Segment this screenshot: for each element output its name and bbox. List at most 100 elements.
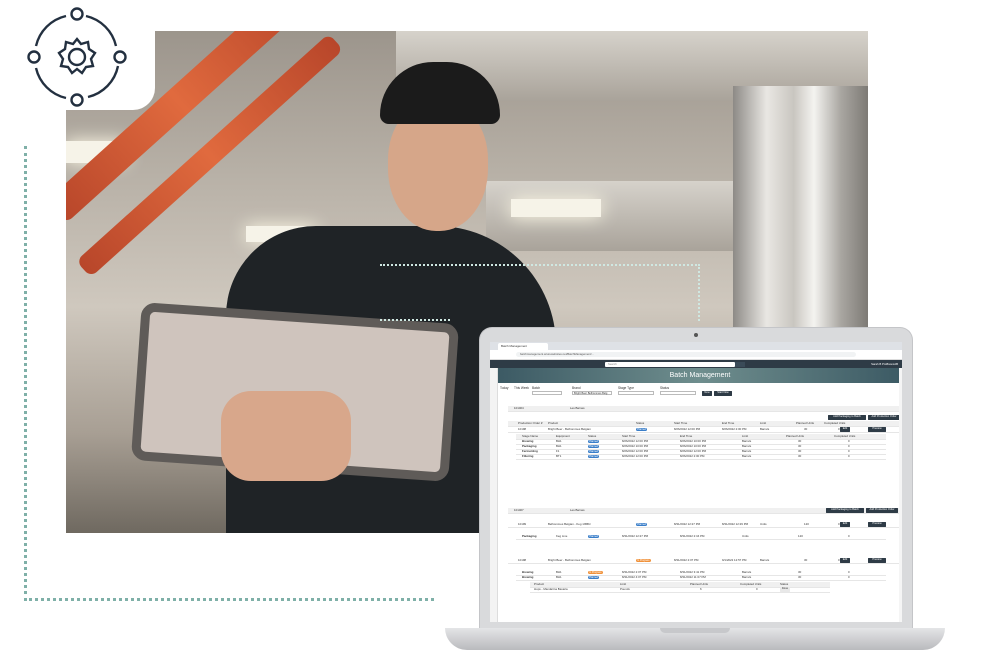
completed-units: 0 [848, 449, 850, 453]
page-title: Batch Management [498, 368, 902, 383]
stage-name: Brewing [522, 439, 534, 443]
col-header: Product [548, 421, 558, 425]
status-select[interactable] [660, 391, 696, 395]
laptop-notch [660, 628, 730, 633]
planned-units: 30 [798, 444, 802, 448]
col-header: Production Order # [518, 421, 543, 425]
stage-row[interactable]: Filtering BT1 Planned 8/26/2022 12:00 PM… [516, 454, 886, 460]
edit-button[interactable]: Edit [840, 427, 850, 432]
status-badge: Planned [588, 440, 600, 444]
add-packaging-button[interactable]: Add Packaging to Batch [826, 508, 864, 513]
completed-units: 0 [848, 439, 850, 443]
ingredient-product: Hops - Mandarina Bavaria [534, 587, 568, 591]
browser-tab[interactable]: Batch Management [498, 343, 548, 350]
order-number: 10198 [518, 558, 527, 562]
start-time: 8/26/2022 12:00 PM [622, 449, 649, 453]
side-nav[interactable] [490, 368, 498, 622]
batch-filter-label: Batch [532, 386, 541, 390]
stage-row[interactable]: Packaging Keg Line Planned 8/31/2022 12:… [516, 534, 886, 540]
batch-select[interactable] [532, 391, 562, 395]
equipment: BH1 [556, 575, 562, 579]
start-new-button[interactable]: Start New [714, 391, 732, 396]
batch-number: 101464 [514, 406, 524, 410]
add-production-order-button[interactable]: Add Production Order [868, 415, 900, 420]
start-time: 8/26/2022 12:00 PM [622, 454, 649, 458]
completed-units: 0 [848, 570, 850, 574]
planned-units: 30 [798, 449, 802, 453]
order-product: Bright Beer - Belhommes Belgian [548, 558, 591, 562]
equipment: BH1 [556, 439, 562, 443]
worker-hand [221, 391, 351, 481]
user-menu[interactable]: Sarah B ProBrewLAB [871, 362, 898, 366]
planned-units: 30 [804, 427, 808, 431]
add-packaging-button[interactable]: Add Packaging to Batch [828, 415, 866, 420]
limit: Barrels [742, 454, 752, 458]
limit: Barrels [760, 427, 770, 431]
planned-units: 120 [804, 522, 809, 526]
planned-units: 30 [804, 558, 808, 562]
planned-units: 6 [700, 587, 702, 591]
planned-units: 120 [798, 534, 803, 538]
edit-button[interactable]: Edit [840, 558, 850, 563]
dotted-accent [380, 264, 450, 321]
preview-button[interactable]: Preview [868, 522, 886, 527]
batch-row[interactable]: 101464 Les Barnes [508, 406, 900, 412]
completed-units: 0 [756, 587, 758, 591]
order-header-row: Production Order # Product Status Start … [508, 421, 900, 427]
brand-filter-label: Brand [572, 386, 581, 390]
equipment: F1 [556, 449, 560, 453]
today-label[interactable]: Today [500, 386, 509, 390]
planned-units: 30 [798, 575, 802, 579]
stage-row[interactable]: Brewing BH1 Planned 8/31/2022 4:07 PM 8/… [516, 575, 886, 581]
start-time: 8/31/2022 12:27 PM [622, 534, 649, 538]
col-header: Status [636, 421, 645, 425]
search-icon[interactable] [735, 362, 745, 367]
start-time: 8/31/2022 2:07 PM [674, 558, 699, 562]
status-badge: Planned [588, 445, 600, 449]
laptop-frame: Batch Management batchmanagement.azurewe… [480, 328, 912, 628]
end-time: 8/26/2022 2:00 PM [722, 427, 747, 431]
status-badge: Planned [588, 455, 600, 459]
end-time: 8/31/2022 11:07 PM [680, 575, 706, 579]
col-header: Planned Units [786, 434, 804, 438]
batch-number: 101467 [514, 508, 524, 512]
completed-units: 0 [848, 575, 850, 579]
stage-name: Fermenting [522, 449, 538, 453]
order-number: 10198 [518, 427, 527, 431]
new-button[interactable]: New [702, 391, 712, 396]
brand-select[interactable]: Bright Beer Belhommes Belg [572, 391, 612, 395]
col-header: Limit [760, 421, 767, 425]
this-week-label[interactable]: This Week [514, 386, 529, 390]
search-input[interactable]: Search [605, 362, 735, 367]
equipment: BH1 [556, 444, 562, 448]
limit: Barrels [742, 444, 752, 448]
start-time: 8/31/2022 12:27 PM [674, 522, 701, 526]
add-production-order-button[interactable]: Add Production Order [866, 508, 898, 513]
webcam [694, 333, 698, 337]
status-badge: In Progress [636, 559, 651, 563]
planned-units: 30 [798, 439, 802, 443]
col-header: Limit [620, 582, 627, 586]
stage-type-label: Stage Type [618, 386, 635, 390]
edit-button[interactable]: Edit [840, 522, 850, 527]
status-badge: Planned [588, 450, 600, 454]
scrollbar[interactable] [899, 368, 902, 622]
col-header: Completed Units [834, 434, 856, 438]
limit: Units [760, 522, 767, 526]
limit: Barrels [742, 575, 752, 579]
address-field[interactable]: batchmanagement.azurewebsites.net/BatchM… [516, 352, 856, 357]
col-header: Completed Units [824, 421, 846, 425]
limit: Units [742, 534, 749, 538]
end-time: 8/26/2022 12:00 PM [680, 449, 707, 453]
preview-button[interactable]: Preview [868, 558, 886, 563]
status-badge: Planned [588, 576, 600, 580]
planned-units: 30 [798, 570, 802, 574]
col-header: Equipment [556, 434, 570, 438]
filter-bar: Today This Week Batch Brand Bright Beer … [500, 386, 900, 400]
col-header: Stage Name [522, 434, 539, 438]
browser-urlbar: batchmanagement.azurewebsites.net/BatchM… [490, 350, 902, 360]
stage-type-select[interactable] [618, 391, 654, 395]
col-header: Status [588, 434, 597, 438]
done-button[interactable]: Done [780, 587, 790, 592]
preview-button[interactable]: Preview [868, 427, 886, 432]
